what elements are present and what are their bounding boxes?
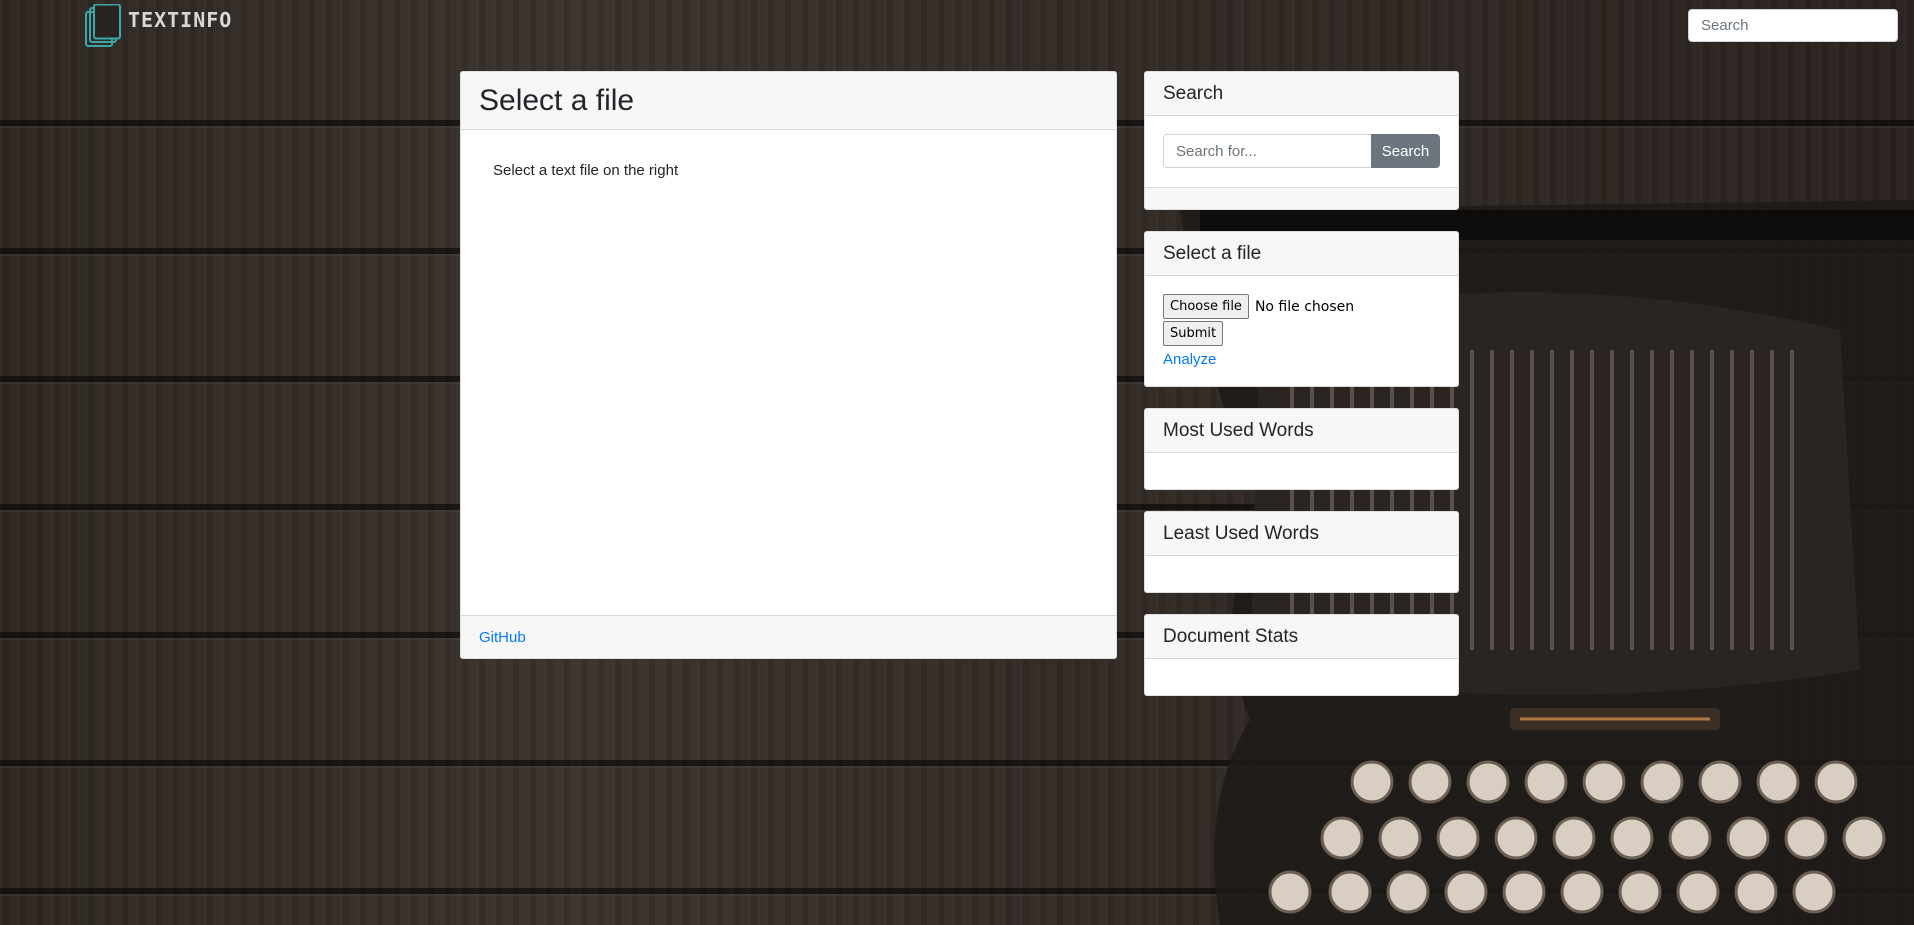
brand-name: TEXTINFO: [128, 8, 233, 32]
document-stats-card: Document Stats: [1144, 614, 1459, 696]
stacked-documents-icon: [85, 4, 121, 47]
least-used-words-title: Least Used Words: [1145, 512, 1458, 556]
search-card-title: Search: [1145, 72, 1458, 116]
navbar: TEXTINFO: [0, 0, 1914, 48]
least-used-words-body: [1145, 556, 1458, 592]
file-input: Choose file No file chosen: [1163, 294, 1440, 319]
analyze-link[interactable]: Analyze: [1163, 351, 1440, 368]
search-card-body: Search: [1145, 116, 1458, 187]
submit-button[interactable]: Submit: [1163, 321, 1224, 346]
choose-file-button[interactable]: Choose file: [1163, 294, 1249, 319]
github-link[interactable]: GitHub: [479, 629, 526, 646]
main-body: Select a text file on the right: [461, 130, 1116, 616]
navbar-search-input[interactable]: [1688, 9, 1898, 42]
least-used-words-card: Least Used Words: [1144, 511, 1459, 593]
search-button[interactable]: Search: [1371, 134, 1440, 168]
main-card-footer: GitHub: [461, 615, 1116, 658]
page-title: Select a file: [461, 72, 1116, 130]
document-stats-body: [1145, 659, 1458, 695]
instruction-text: Select a text file on the right: [493, 162, 679, 179]
most-used-words-card: Most Used Words: [1144, 408, 1459, 490]
file-select-card: Select a file Choose file No file chosen…: [1144, 231, 1459, 387]
main-content-card: Select a file Select a text file on the …: [460, 71, 1117, 659]
document-stats-title: Document Stats: [1145, 615, 1458, 659]
file-status-text: No file chosen: [1254, 298, 1355, 315]
file-card-title: Select a file: [1145, 232, 1458, 276]
most-used-words-title: Most Used Words: [1145, 409, 1458, 453]
search-input[interactable]: [1163, 134, 1371, 168]
search-card: Search Search: [1144, 71, 1459, 210]
most-used-words-body: [1145, 453, 1458, 489]
file-card-body: Choose file No file chosen Submit Analyz…: [1145, 276, 1458, 386]
brand-link[interactable]: TEXTINFO: [84, 4, 232, 48]
search-card-footer: [1145, 187, 1458, 209]
